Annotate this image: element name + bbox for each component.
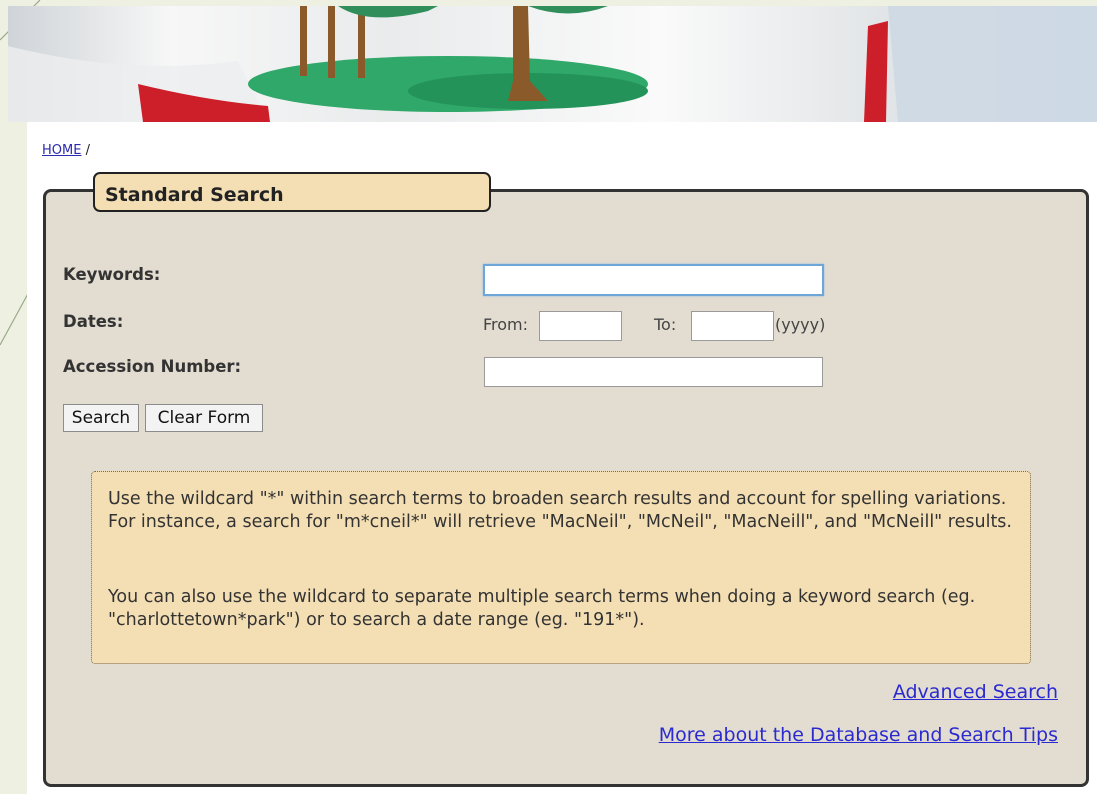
date-to-input[interactable] — [691, 311, 774, 341]
date-from-input[interactable] — [539, 311, 622, 341]
accession-number-input[interactable] — [484, 357, 823, 387]
breadcrumb-home-link[interactable]: HOME — [42, 143, 81, 158]
accession-number-label: Accession Number: — [63, 357, 242, 376]
breadcrumb: HOME / — [42, 143, 90, 158]
panel-title: Standard Search — [105, 184, 284, 206]
advanced-search-link[interactable]: Advanced Search — [893, 681, 1058, 703]
date-format-hint: (yyyy) — [775, 315, 826, 334]
database-search-tips-link[interactable]: More about the Database and Search Tips — [659, 724, 1058, 746]
keywords-label: Keywords: — [63, 265, 161, 284]
header-banner-image — [8, 6, 1097, 122]
clear-form-button[interactable]: Clear Form — [145, 404, 263, 432]
tips-paragraph-separate: You can also use the wildcard to separat… — [108, 587, 976, 630]
tips-paragraph-wildcard: Use the wildcard "*" within search terms… — [108, 489, 1012, 532]
to-label: To: — [654, 315, 677, 334]
breadcrumb-separator: / — [85, 143, 90, 158]
from-label: From: — [483, 315, 529, 334]
panel-title-tab: Standard Search — [93, 172, 491, 212]
search-tips-box: Use the wildcard "*" within search terms… — [91, 471, 1031, 664]
search-button[interactable]: Search — [63, 404, 139, 432]
dates-label: Dates: — [63, 312, 124, 331]
flag-illustration — [8, 6, 1097, 122]
keywords-input[interactable] — [483, 264, 824, 296]
